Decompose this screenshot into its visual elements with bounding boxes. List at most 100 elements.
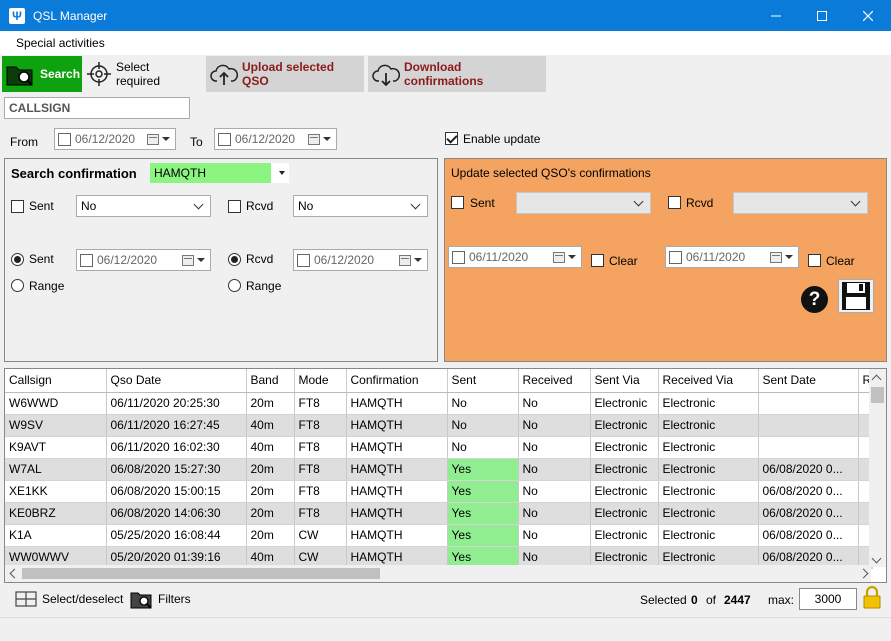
calendar-icon — [399, 254, 411, 266]
update-sent-checkbox[interactable] — [451, 196, 464, 209]
table-body: W6WWD 06/11/2020 20:25:30 20m FT8 HAMQTH No No… — [5, 392, 873, 569]
update-rcvd-date-picker[interactable]: 06/11/2020 — [665, 246, 799, 268]
lock-icon[interactable] — [862, 586, 882, 610]
rcvd-range-radio[interactable] — [228, 279, 241, 292]
chevron-down-icon — [568, 255, 576, 259]
scroll-down-icon[interactable] — [871, 553, 882, 564]
vertical-scroll-thumb[interactable] — [871, 387, 884, 403]
search-sent-select[interactable]: No — [76, 195, 211, 217]
select-deselect-button[interactable]: Select/deselect — [15, 591, 123, 607]
chevron-down-icon — [633, 196, 644, 206]
search-sent-date-checkbox[interactable] — [80, 253, 93, 267]
filters-button[interactable]: Filters — [130, 589, 191, 609]
column-header[interactable]: Confirmation — [346, 369, 448, 393]
search-rcvd-checkbox[interactable] — [228, 200, 241, 213]
table-cell: HAMQTH — [346, 414, 448, 437]
update-sent-label: Sent — [470, 196, 495, 210]
table-cell: Electronic — [658, 414, 759, 437]
select-required-button[interactable]: Select required — [82, 56, 202, 92]
save-button[interactable] — [838, 279, 874, 313]
search-rcvd-value: No — [298, 199, 314, 213]
column-header[interactable]: Qso Date — [106, 369, 247, 393]
search-sent-date-picker[interactable]: 06/12/2020 — [76, 249, 211, 271]
table-row[interactable]: K1A 05/25/2020 16:08:44 20m CW HAMQTH Yes No El… — [5, 524, 873, 547]
from-date-picker[interactable]: 06/12/2020 — [54, 128, 176, 150]
table-cell: HAMQTH — [346, 524, 448, 547]
table-cell: W7AL — [5, 458, 107, 481]
enable-update-checkbox[interactable] — [445, 132, 458, 145]
close-button[interactable] — [845, 0, 891, 31]
column-header[interactable]: Received — [518, 369, 591, 393]
menu-special-activities[interactable]: Special activities — [0, 36, 121, 50]
column-header[interactable]: Callsign — [5, 369, 107, 393]
from-label: From — [10, 135, 38, 149]
table-cell: 06/08/2020 0... — [758, 502, 859, 525]
update-sent-clear-label: Clear — [609, 254, 638, 268]
search-sent-date-value: 06/12/2020 — [97, 253, 158, 267]
search-rcvd-date-picker[interactable]: 06/12/2020 — [293, 249, 428, 271]
update-sent-date-checkbox[interactable] — [452, 250, 465, 264]
search-rcvd-label: Rcvd — [246, 199, 274, 213]
scroll-left-icon[interactable] — [9, 568, 20, 579]
download-confirmations-button[interactable]: Download confirmations — [368, 56, 546, 92]
maximize-button[interactable] — [799, 0, 845, 31]
crosshair-icon — [87, 62, 111, 86]
table-cell: Electronic — [658, 502, 759, 525]
confirmation-service-select[interactable]: HAMQTH — [150, 163, 289, 183]
update-sent-select[interactable] — [516, 192, 651, 214]
table-cell: Electronic — [658, 436, 759, 459]
update-sent-clear-checkbox[interactable] — [591, 254, 604, 267]
search-rcvd-date-checkbox[interactable] — [297, 253, 310, 267]
column-header[interactable]: Sent Date — [758, 369, 859, 393]
help-icon[interactable]: ? — [801, 286, 828, 313]
upload-selected-qso-button[interactable]: Upload selected QSO — [206, 56, 364, 92]
rcvd-date-radio[interactable] — [228, 253, 241, 266]
search-button[interactable]: Search — [2, 56, 82, 92]
sent-range-radio[interactable] — [11, 279, 24, 292]
minimize-button[interactable] — [753, 0, 799, 31]
floppy-disk-icon — [842, 282, 870, 310]
chevron-down-icon — [785, 255, 793, 259]
to-date-checkbox[interactable] — [218, 132, 231, 146]
update-rcvd-date-checkbox[interactable] — [669, 250, 682, 264]
table-row[interactable]: K9AVT 06/11/2020 16:02:30 40m FT8 HAMQTH No No… — [5, 436, 873, 459]
to-date-picker[interactable]: 06/12/2020 — [214, 128, 337, 150]
table-row[interactable]: W9SV 06/11/2020 16:27:45 40m FT8 HAMQTH No No E… — [5, 414, 873, 437]
table-cell: 06/08/2020 0... — [758, 458, 859, 481]
table-row[interactable]: KE0BRZ 06/08/2020 14:06:30 20m FT8 HAMQTH Yes… — [5, 502, 873, 525]
search-rcvd-select[interactable]: No — [293, 195, 428, 217]
horizontal-scrollbar[interactable] — [5, 565, 871, 582]
from-date-checkbox[interactable] — [58, 132, 71, 146]
update-rcvd-label: Rcvd — [686, 196, 714, 210]
update-rcvd-select[interactable] — [733, 192, 868, 214]
table-row[interactable]: W6WWD 06/11/2020 20:25:30 20m FT8 HAMQTH No No… — [5, 392, 873, 415]
search-sent-checkbox[interactable] — [11, 200, 24, 213]
horizontal-scroll-thumb[interactable] — [22, 568, 380, 579]
column-header[interactable]: Mode — [294, 369, 347, 393]
table-row[interactable]: XE1KK 06/08/2020 15:00:15 20m FT8 HAMQTH Yes N… — [5, 480, 873, 503]
chevron-down-icon — [850, 196, 861, 206]
column-header[interactable]: Band — [246, 369, 295, 393]
column-header[interactable]: Received Via — [658, 369, 759, 393]
max-records-input[interactable]: 3000 — [799, 588, 857, 610]
table-cell: FT8 — [294, 502, 347, 525]
scroll-right-icon[interactable] — [858, 568, 869, 579]
scroll-up-icon[interactable] — [871, 374, 882, 385]
update-sent-date-picker[interactable]: 06/11/2020 — [448, 246, 582, 268]
status-bar: Select/deselect Filters Selected 0 of 24… — [0, 585, 891, 615]
update-rcvd-checkbox[interactable] — [668, 196, 681, 209]
column-header[interactable]: Sent — [447, 369, 519, 393]
table-row[interactable]: W7AL 06/08/2020 15:27:30 20m FT8 HAMQTH Yes No… — [5, 458, 873, 481]
table-cell: No — [518, 436, 591, 459]
table-cell: 06/11/2020 16:02:30 — [106, 436, 247, 459]
table-cell: K1A — [5, 524, 107, 547]
vertical-scrollbar[interactable] — [869, 369, 886, 567]
table-cell: 05/25/2020 16:08:44 — [106, 524, 247, 547]
max-label: max: — [768, 593, 795, 607]
folder-search-icon — [130, 592, 152, 609]
table-cell: FT8 — [294, 436, 347, 459]
sent-date-radio[interactable] — [11, 253, 24, 266]
column-header[interactable]: Sent Via — [590, 369, 659, 393]
callsign-input[interactable]: CALLSIGN — [4, 97, 190, 119]
update-rcvd-clear-checkbox[interactable] — [808, 254, 821, 267]
